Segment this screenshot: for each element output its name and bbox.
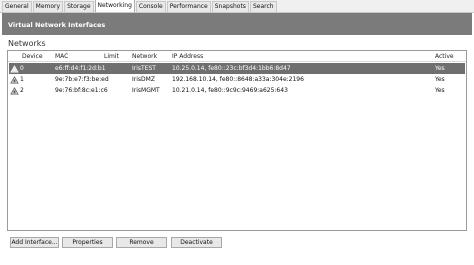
deactivate-button[interactable]: Deactivate [171,237,222,248]
cell-device: 0 [20,65,24,72]
network-adapter-icon [10,65,19,73]
cell-ip-address: 10.25.0.14, fe80::23c:bf3d4:1bb6:8d47 [172,65,291,72]
networks-section-title: Networks [8,39,46,48]
cell-active: Yes [435,87,445,94]
cell-network: IrisDMZ [132,76,155,83]
column-header-active[interactable]: Active [435,53,454,60]
tab-memory[interactable]: Memory [32,1,64,12]
tab-networking[interactable]: Networking [94,0,135,12]
tab-snapshots[interactable]: Snapshots [211,1,249,12]
panel-header: Virtual Network Interfaces [2,13,472,35]
table-row[interactable]: 1 9e:7b:e7:f3:be:ed IrisDMZ 192.168.10.1… [9,74,465,85]
table-row[interactable]: 0 e6:ff:d4:f1:2d:b1 IrisTEST 10.25.0.14,… [9,63,465,74]
network-adapter-icon [10,87,19,95]
column-header-ip-address[interactable]: IP Address [172,53,203,60]
column-header-device[interactable]: Device [22,53,43,60]
network-adapter-icon [10,76,19,84]
tab-storage[interactable]: Storage [64,1,94,12]
column-header-limit[interactable]: Limit [104,53,119,60]
cell-device: 1 [20,76,24,83]
cell-ip-address: 10.21.0.14, fe80::9c9c:9469:a625:643 [172,87,288,94]
cell-mac: 9e:7b:e7:f3:be:ed [55,76,109,83]
table-row[interactable]: 2 9e:76:bf:8c:e1:c6 IrisMGMT 10.21.0.14,… [9,85,465,96]
cell-network: IrisMGMT [132,87,160,94]
cell-ip-address: 192.168.10.14, fe80::8648:a33a:304e:2196 [172,76,304,83]
tab-general[interactable]: General [2,1,32,12]
tab-console[interactable]: Console [135,1,166,12]
cell-active: Yes [435,65,445,72]
cell-mac: 9e:76:bf:8c:e1:c6 [55,87,108,94]
tab-bar: General Memory Storage Networking Consol… [0,0,474,13]
properties-button[interactable]: Properties [62,237,113,248]
column-header-network[interactable]: Network [132,53,157,60]
network-interfaces-table: Device MAC Limit Network IP Address Acti… [7,50,467,231]
tab-search[interactable]: Search [249,1,277,12]
cell-device: 2 [20,87,24,94]
cell-active: Yes [435,76,445,83]
add-interface-button[interactable]: Add Interface... [10,237,59,248]
tab-performance[interactable]: Performance [166,1,211,12]
cell-network: IrisTEST [132,65,156,72]
column-header-mac[interactable]: MAC [55,53,68,60]
table-header: Device MAC Limit Network IP Address Acti… [8,51,466,62]
remove-button[interactable]: Remove [116,237,167,248]
cell-mac: e6:ff:d4:f1:2d:b1 [55,65,106,72]
